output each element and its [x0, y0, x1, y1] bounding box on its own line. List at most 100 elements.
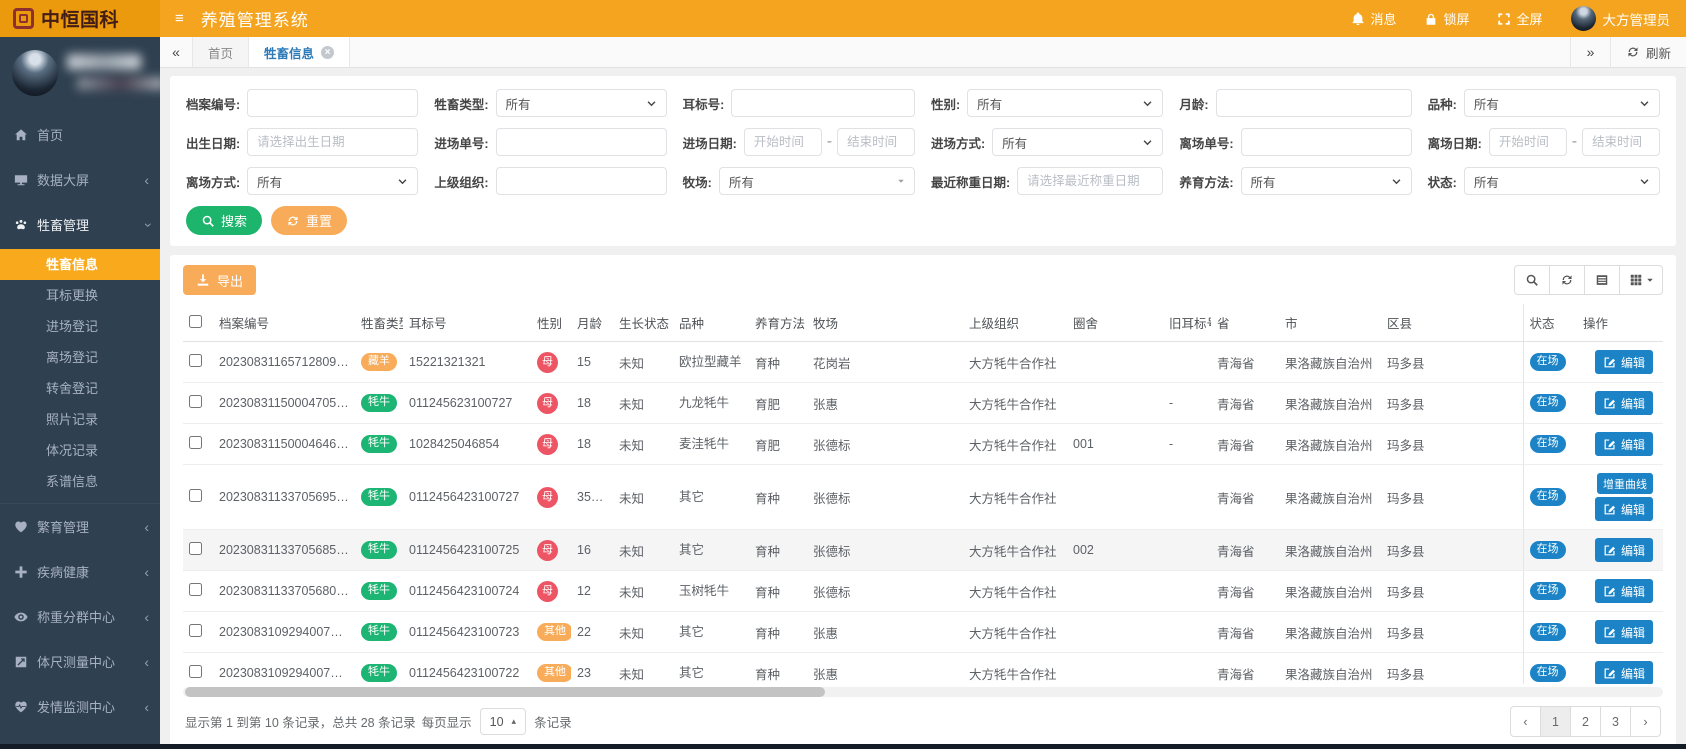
sidebar-subitem-4[interactable]: 转舍登记 [0, 373, 160, 404]
date-start-input[interactable] [1489, 128, 1567, 156]
column-header[interactable]: 耳标号 [403, 304, 531, 342]
filter-input[interactable] [496, 167, 667, 195]
header-action-0[interactable]: 消息 [1351, 9, 1396, 28]
column-header[interactable]: 市 [1279, 304, 1381, 342]
filter-input[interactable] [1216, 89, 1412, 117]
sidebar-subitem-7[interactable]: 系谱信息 [0, 466, 160, 497]
edit-button[interactable]: 编辑 [1595, 497, 1653, 521]
header-action-2[interactable]: 全屏 [1497, 9, 1542, 28]
user-menu[interactable]: 大方管理员 [1571, 6, 1671, 31]
column-header[interactable]: 操作 [1577, 304, 1663, 342]
toolbar-search-button[interactable] [1514, 265, 1550, 295]
row-checkbox[interactable] [189, 542, 202, 555]
table-row[interactable]: 2023083115000464631牦牛1028425046854母18未知麦… [183, 424, 1663, 465]
sidebar-item-5[interactable]: 称重分群中心‹ [0, 594, 160, 639]
edit-button[interactable]: 编辑 [1595, 538, 1653, 562]
column-header[interactable]: 月龄 [571, 304, 613, 342]
date-end-input[interactable] [1582, 128, 1660, 156]
tab-1[interactable]: 牲畜信息× [249, 37, 350, 67]
sidebar-item-7[interactable]: 发情监测中心‹ [0, 684, 160, 729]
row-checkbox[interactable] [189, 395, 202, 408]
column-header[interactable]: 档案编号 [213, 304, 355, 342]
sidebar-subitem-5[interactable]: 照片记录 [0, 404, 160, 435]
row-checkbox[interactable] [189, 624, 202, 637]
toolbar-detail-view-button[interactable] [1584, 265, 1620, 295]
tabs-scroll-forward-icon[interactable]: » [1570, 37, 1610, 67]
next-page-button[interactable]: › [1630, 706, 1661, 737]
table-row[interactable]: 2023083109294007291牦牛0112456423100722其他2… [183, 653, 1663, 685]
toolbar-refresh-button[interactable] [1549, 265, 1585, 295]
sidebar-subitem-3[interactable]: 离场登记 [0, 342, 160, 373]
sidebar-subitem-2[interactable]: 进场登记 [0, 311, 160, 342]
prev-page-button[interactable]: ‹ [1510, 706, 1541, 737]
row-checkbox[interactable] [189, 665, 202, 678]
table-row[interactable]: 2023083115000470531牦牛011245623100727母18未… [183, 383, 1663, 424]
tab-0[interactable]: 首页 [193, 37, 249, 67]
column-header[interactable]: 牧场 [807, 304, 963, 342]
sidebar-item-3[interactable]: 繁育管理‹ [0, 504, 160, 549]
row-checkbox[interactable] [189, 583, 202, 596]
filter-input[interactable] [1017, 167, 1163, 195]
edit-button[interactable]: 编辑 [1595, 432, 1653, 456]
filter-select[interactable]: 所有 [247, 167, 418, 195]
weight-curve-button[interactable]: 增重曲线 [1597, 473, 1653, 494]
filter-input[interactable] [247, 89, 418, 117]
edit-button[interactable]: 编辑 [1595, 391, 1653, 415]
search-button[interactable]: 搜索 [186, 206, 262, 235]
filter-input[interactable] [1241, 128, 1412, 156]
page-size-dropdown[interactable]: 10 ▴ [480, 708, 526, 735]
sidebar-subitem-1[interactable]: 耳标更换 [0, 280, 160, 311]
filter-select[interactable]: 所有 [1464, 167, 1660, 195]
sidebar-item-0[interactable]: 首页 [0, 112, 160, 157]
filter-input[interactable] [247, 128, 418, 156]
column-header[interactable]: 状态 [1523, 304, 1577, 342]
sidebar-item-1[interactable]: 数据大屏‹ [0, 157, 160, 202]
column-header[interactable]: 牲畜类型 [355, 304, 403, 342]
column-header[interactable]: 品种 [673, 304, 749, 342]
reset-button[interactable]: 重置 [271, 206, 347, 235]
table-row[interactable]: 2023083113370568511牦牛0112456423100725母16… [183, 530, 1663, 571]
edit-button[interactable]: 编辑 [1595, 661, 1653, 684]
tab-close-icon[interactable]: × [321, 46, 334, 59]
tab-refresh-button[interactable]: 刷新 [1610, 37, 1686, 67]
date-start-input[interactable] [744, 128, 822, 156]
sidebar-item-4[interactable]: 疾病健康‹ [0, 549, 160, 594]
filter-select[interactable]: 所有 [719, 167, 915, 195]
column-header[interactable]: 圈舍 [1067, 304, 1163, 342]
column-header[interactable]: 上级组织 [963, 304, 1067, 342]
toolbar-columns-grid-button[interactable] [1619, 265, 1663, 295]
table-row[interactable]: 2023083113370568031牦牛0112456423100724母12… [183, 571, 1663, 612]
page-button-2[interactable]: 2 [1570, 706, 1601, 737]
edit-button[interactable]: 编辑 [1595, 620, 1653, 644]
table-row[interactable]: 2023083113370569571牦牛0112456423100727母35… [183, 465, 1663, 530]
select-all-checkbox[interactable] [189, 315, 202, 328]
filter-input[interactable] [496, 128, 667, 156]
filter-select[interactable]: 所有 [992, 128, 1163, 156]
sidebar-item-2[interactable]: 牲畜管理‹ [0, 202, 160, 247]
filter-select[interactable]: 所有 [1464, 89, 1660, 117]
sidebar-item-6[interactable]: 体尺测量中心‹ [0, 639, 160, 684]
hamburger-icon[interactable]: ≡ [175, 10, 184, 27]
filter-select[interactable]: 所有 [967, 89, 1163, 117]
export-button[interactable]: 导出 [183, 265, 256, 295]
column-header[interactable]: 区县 [1381, 304, 1523, 342]
row-checkbox[interactable] [189, 436, 202, 449]
column-header[interactable]: 生长状态 [613, 304, 673, 342]
tabs-scroll-back-icon[interactable]: « [160, 37, 193, 67]
filter-select[interactable]: 所有 [1241, 167, 1412, 195]
table-row[interactable]: 2023083116571280962藏羊15221321321母15未知欧拉型… [183, 342, 1663, 383]
page-button-3[interactable]: 3 [1600, 706, 1631, 737]
sidebar-subitem-6[interactable]: 体况记录 [0, 435, 160, 466]
page-button-1[interactable]: 1 [1540, 706, 1571, 737]
edit-button[interactable]: 编辑 [1595, 350, 1653, 374]
date-end-input[interactable] [837, 128, 915, 156]
filter-select[interactable]: 所有 [496, 89, 667, 117]
column-header[interactable]: 性别 [531, 304, 571, 342]
column-header[interactable]: 旧耳标号 [1163, 304, 1211, 342]
row-checkbox[interactable] [189, 354, 202, 367]
horizontal-scrollbar-thumb[interactable] [185, 687, 825, 697]
row-checkbox[interactable] [189, 489, 202, 502]
column-header[interactable]: 省 [1211, 304, 1279, 342]
filter-input[interactable] [731, 89, 915, 117]
edit-button[interactable]: 编辑 [1595, 579, 1653, 603]
